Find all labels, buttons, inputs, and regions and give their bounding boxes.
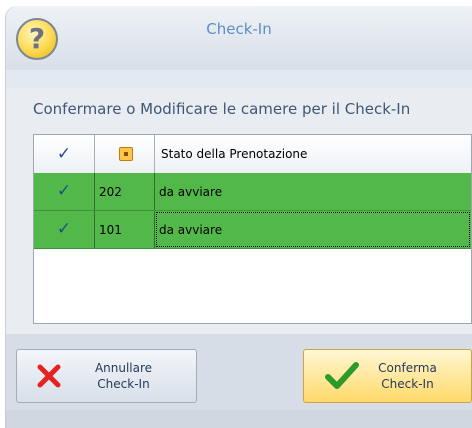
state-cell[interactable]: da avviare — [155, 211, 471, 248]
cancel-label-line2: Check-In — [97, 377, 150, 391]
bottom-strip — [6, 410, 472, 428]
dialog-title: Check-In — [206, 20, 272, 38]
cancel-checkin-button[interactable]: Annullare Check-In — [16, 349, 197, 403]
state-column-label: Stato della Prenotazione — [161, 147, 308, 161]
state-value: da avviare — [159, 184, 223, 199]
header-room-column[interactable] — [95, 135, 155, 173]
cancel-button-label: Annullare Check-In — [67, 360, 196, 392]
header-state-column[interactable]: Stato della Prenotazione — [155, 135, 471, 173]
room-number: 202 — [99, 184, 122, 199]
checkin-dialog: ? Check-In Confermare o Modificare le ca… — [6, 6, 472, 428]
confirm-label-line2: Check-In — [381, 377, 434, 391]
room-cell[interactable]: 101 — [95, 211, 155, 248]
state-value: da avviare — [159, 222, 223, 237]
header-separator — [6, 70, 472, 88]
instruction-text: Confermare o Modificare le camere per il… — [33, 100, 411, 118]
x-icon — [31, 358, 67, 394]
checkmark-icon: ✓ — [56, 143, 72, 164]
checkmark-icon: ✓ — [56, 219, 72, 239]
cancel-label-line1: Annullare — [94, 361, 153, 375]
room-grid[interactable]: ✓ Stato della Prenotazione ✓ 202 da avvi… — [33, 134, 472, 324]
confirm-button-label: Conferma Check-In — [360, 360, 471, 392]
title-bar: ? Check-In — [6, 6, 472, 71]
confirm-checkin-button[interactable]: Conferma Check-In — [303, 349, 472, 403]
room-icon — [119, 147, 133, 161]
room-number: 101 — [99, 222, 122, 237]
room-cell[interactable]: 202 — [95, 173, 155, 210]
confirm-label-line1: Conferma — [378, 361, 437, 375]
checkmark-icon — [324, 358, 360, 394]
check-cell[interactable]: ✓ — [34, 173, 95, 210]
checkmark-icon: ✓ — [56, 181, 72, 201]
check-cell[interactable]: ✓ — [34, 211, 95, 248]
table-row[interactable]: ✓ 101 da avviare — [34, 211, 471, 249]
grid-header: ✓ Stato della Prenotazione — [34, 135, 471, 174]
table-row[interactable]: ✓ 202 da avviare — [34, 173, 471, 211]
state-cell[interactable]: da avviare — [155, 173, 471, 210]
header-check-column[interactable]: ✓ — [34, 135, 95, 173]
